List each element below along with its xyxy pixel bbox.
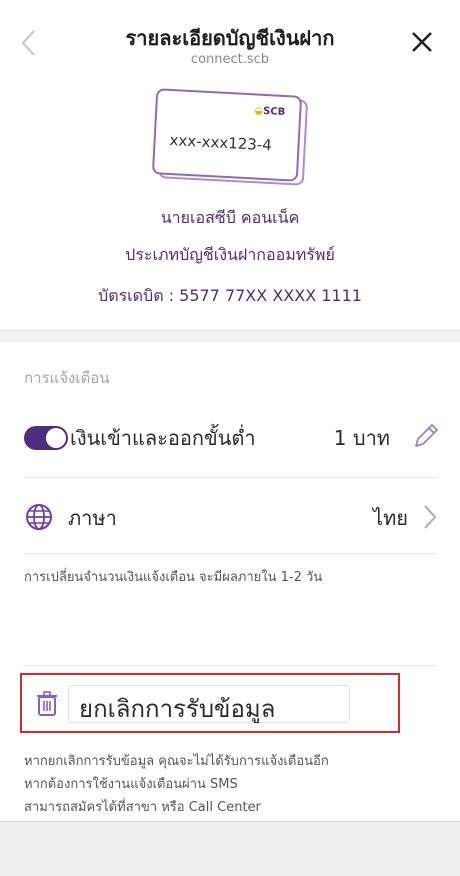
language-value: ไทย: [373, 506, 408, 530]
bottom-bar: [0, 821, 460, 876]
row-divider: [24, 665, 436, 666]
footnote-line: หากต้องการใช้งานแจ้งเตือนผ่าน SMS: [24, 777, 238, 792]
cancel-label-box: ยกเลิกการรับข้อมูล: [68, 685, 350, 723]
pencil-icon[interactable]: [410, 420, 442, 452]
cancel-subscription-label: ยกเลิกการรับข้อมูล: [79, 695, 276, 723]
header: รายละเอียดบัญชีเงินฝาก connect.scb: [0, 0, 460, 80]
notification-toggle[interactable]: [24, 426, 68, 450]
toggle-knob: [46, 428, 66, 448]
language-row[interactable]: ภาษา ไทย: [24, 500, 442, 560]
card-front: ◒SCB xxx-xxx123-4: [151, 88, 303, 182]
cancel-footnote: หากยกเลิกการรับข้อมูล คุณจะไม่ได้รับการแ…: [24, 750, 424, 819]
language-label: ภาษา: [68, 506, 117, 530]
page-title: รายละเอียดบัญชีเงินฝาก: [125, 26, 335, 50]
account-holder-name: นายเอสซีบี คอนเน็ค: [160, 208, 300, 227]
page-subtitle: connect.scb: [190, 52, 270, 67]
debit-card-number: บัตรเดบิต : 5577 77XX XXXX 1111: [98, 286, 362, 305]
notifications-section-label: การแจ้งเตือน: [24, 369, 110, 387]
threshold-row: เงินเข้าและออกขั้นต่ำ 1 บาท: [24, 418, 442, 478]
cancel-subscription-button[interactable]: ยกเลิกการรับข้อมูล: [20, 673, 400, 733]
card-number: xxx-xxx123-4: [169, 131, 273, 155]
chevron-right-icon: [424, 505, 437, 529]
footnote-line: สามารถสมัครได้ที่สาขา หรือ Call Center: [24, 800, 261, 815]
section-divider: [0, 330, 460, 342]
footnote-line: หากยกเลิกการรับข้อมูล คุณจะไม่ได้รับการแ…: [24, 754, 329, 769]
threshold-change-note: การเปลี่ยนจำนวนเงินแจ้งเตือน จะมีผลภายใน…: [24, 570, 323, 585]
threshold-label: เงินเข้าและออกขั้นต่ำ: [70, 426, 256, 450]
row-divider: [24, 553, 436, 554]
threshold-value: 1 บาท: [333, 426, 390, 450]
account-type: ประเภทบัญชีเงินฝากออมทรัพย์: [125, 245, 335, 264]
row-divider: [24, 477, 436, 478]
card-illustration: ◒SCB xxx-xxx123-4: [150, 88, 310, 190]
globe-icon: [26, 504, 52, 530]
scb-logo: ◒SCB: [254, 105, 286, 119]
close-icon[interactable]: [410, 30, 434, 54]
trash-icon: [37, 691, 57, 716]
